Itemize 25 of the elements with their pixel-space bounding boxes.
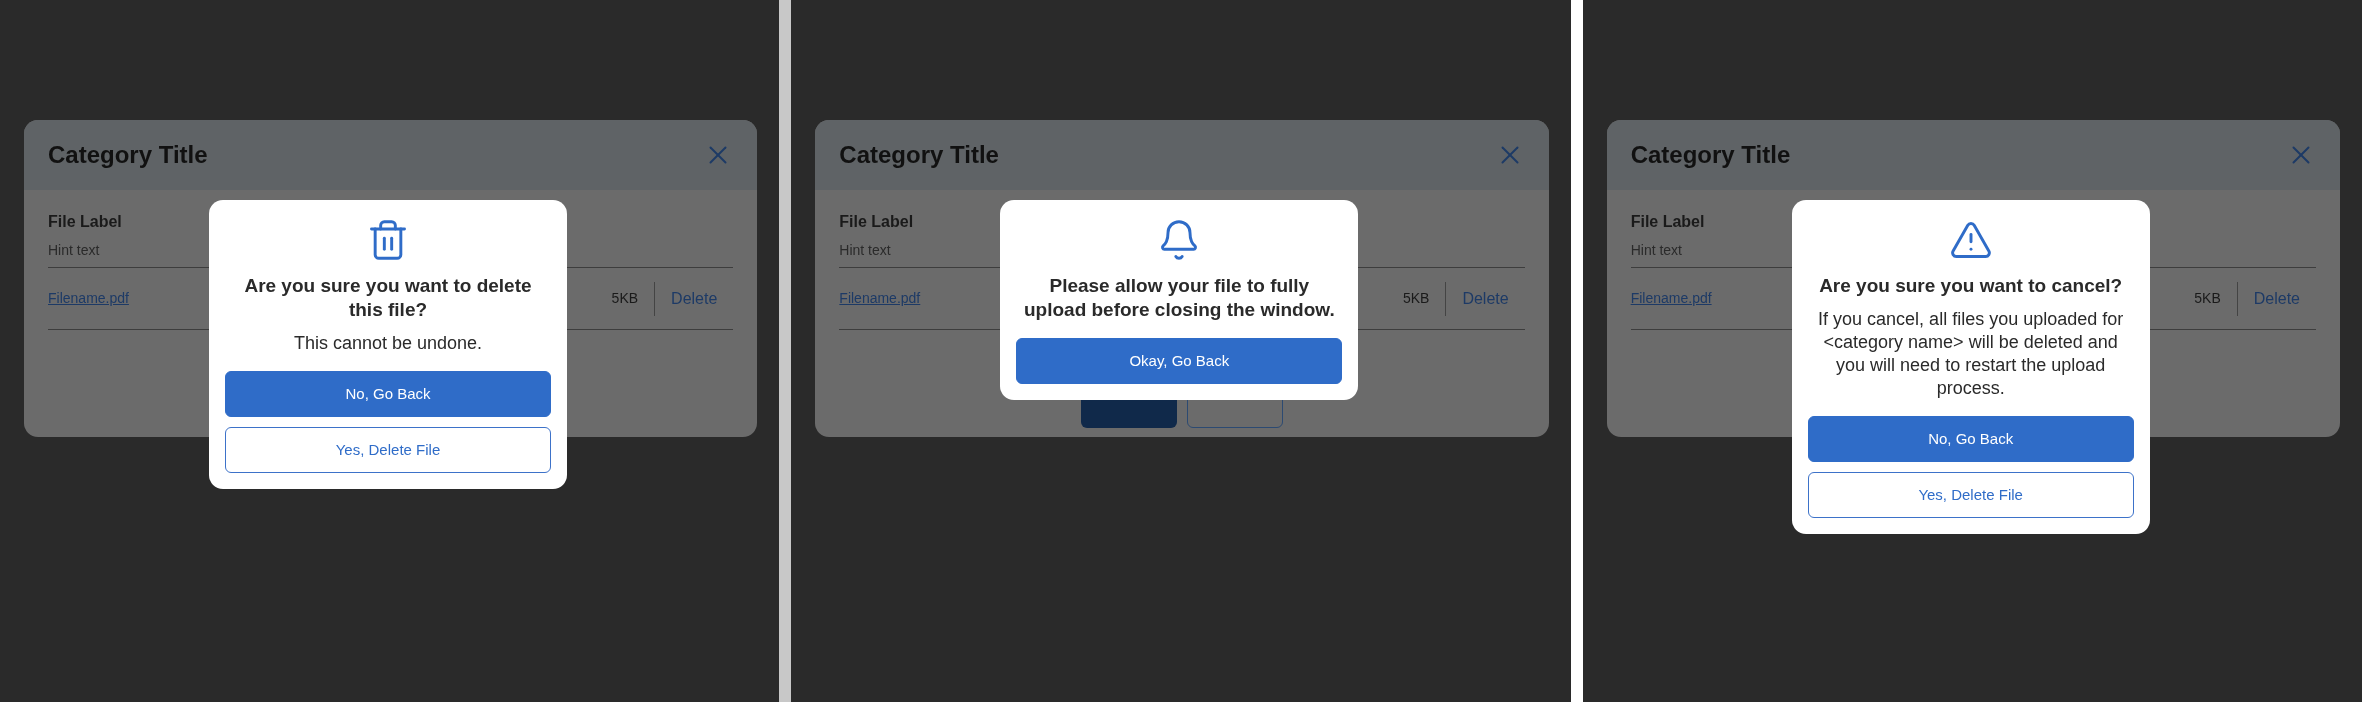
primary-button[interactable]: No, Go Back [1807,416,2134,462]
delete-link[interactable]: Delete [2237,286,2316,311]
modal-title: Category Title [1630,140,1791,170]
delete-link[interactable]: Delete [1446,286,1525,311]
dialog-title: Are you sure you want to cancel? [1818,274,2124,298]
dialog-message: If you cancel, all files you uploaded for <category name> will be deleted and you will need to restart the upload process. [1817,308,2125,400]
field-label: File Label [1630,212,1706,232]
secondary-button[interactable]: Yes, Delete File [1807,472,2134,518]
file-link[interactable]: Filename.pdf [48,288,129,309]
secondary-button[interactable]: Yes, Delete File [225,427,551,473]
file-size: 5KB [611,289,640,308]
delete-link[interactable]: Delete [655,286,734,311]
file-size: 5KB [1402,289,1431,308]
modal-title: Category Title [839,140,999,170]
dialog-title: Please allow your file to fully upload before closing the window. [1022,274,1336,322]
dialog-message: This cannot be undone. [293,332,483,355]
modal-title: Category Title [48,140,208,170]
primary-button[interactable]: Okay, Go Back [1016,338,1343,384]
file-link[interactable]: Filename.pdf [839,288,921,309]
dialog-title: Are you sure you want to delete this file? [243,274,533,322]
primary-button[interactable]: No, Go Back [225,371,551,417]
field-label: File Label [48,212,123,232]
field-label: File Label [839,212,915,232]
file-size: 5KB [2194,289,2222,308]
file-link[interactable]: Filename.pdf [1630,288,1712,309]
